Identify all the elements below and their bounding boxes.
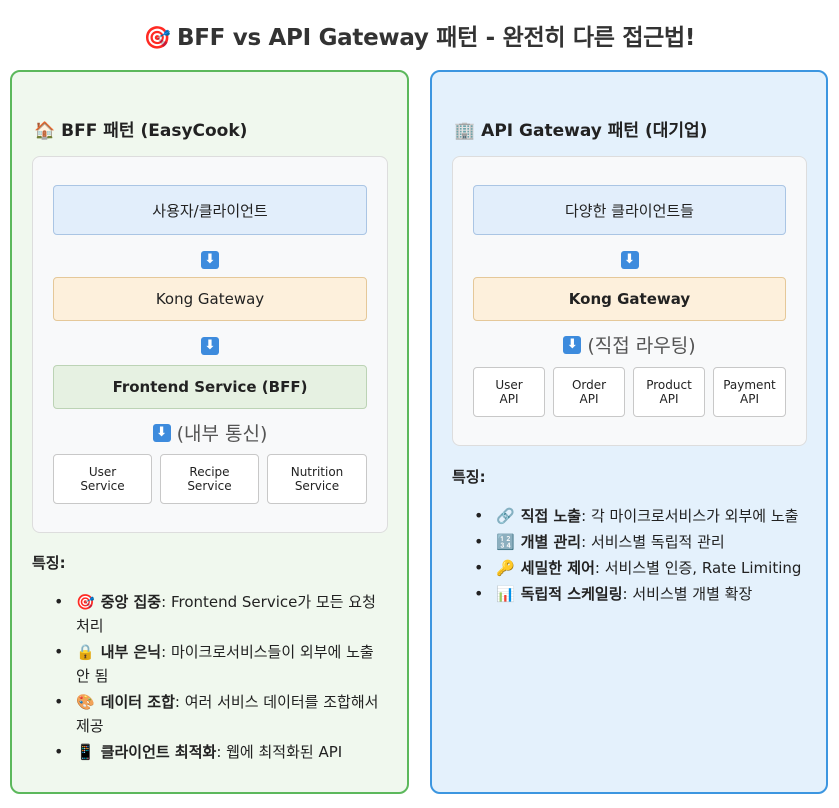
gateway-panel: 🏢 API Gateway 패턴 (대기업) 다양한 클라이언트들 ⬇ Kong … xyxy=(430,70,828,794)
gateway-title-text: API Gateway 패턴 (대기업) xyxy=(481,121,708,141)
bff-client-box: 사용자/클라이언트 xyxy=(53,185,367,235)
gateway-panel-title: 🏢 API Gateway 패턴 (대기업) xyxy=(454,116,707,141)
target-icon: 🎯 xyxy=(76,593,95,611)
mobile-icon: 📱 xyxy=(76,743,95,761)
arrow-down-icon: ⬇ xyxy=(563,335,582,354)
bff-service-recipe: Recipe Service xyxy=(160,454,259,504)
target-icon: 🎯 xyxy=(143,26,171,51)
bff-features-heading: 특징: xyxy=(32,554,66,572)
gw-features-list: 🔗직접 노출: 각 마이크로서비스가 외부에 노출 🔢개별 관리: 서비스별 독… xyxy=(474,504,809,606)
gateway-diagram: 다양한 클라이언트들 ⬇ Kong Gateway ⬇ (직접 라우팅) User… xyxy=(452,156,807,446)
list-item: 🔒내부 은닉: 마이크로서비스들이 외부에 노출 안 됨 xyxy=(54,640,389,688)
bff-frontend-box: Frontend Service (BFF) xyxy=(53,365,367,409)
office-building-icon: 🏢 xyxy=(454,121,476,141)
bff-panel: 🏠 BFF 패턴 (EasyCook) 사용자/클라이언트 ⬇ Kong Gate… xyxy=(10,70,409,794)
gw-service-product: Product API xyxy=(633,367,705,417)
bff-service-nutrition: Nutrition Service xyxy=(267,454,367,504)
arrow-down-icon: ⬇ xyxy=(620,250,639,269)
bff-panel-title: 🏠 BFF 패턴 (EasyCook) xyxy=(34,116,247,141)
list-item: 🎨데이터 조합: 여러 서비스 데이터를 조합해서 제공 xyxy=(54,690,389,738)
list-item: 🔗직접 노출: 각 마이크로서비스가 외부에 노출 xyxy=(474,504,809,528)
lock-icon: 🔒 xyxy=(76,643,95,661)
list-item: 🎯중앙 집중: Frontend Service가 모든 요청 처리 xyxy=(54,590,389,638)
bff-title-text: BFF 패턴 (EasyCook) xyxy=(61,121,248,141)
gw-gateway-box: Kong Gateway xyxy=(473,277,786,321)
palette-icon: 🎨 xyxy=(76,693,95,711)
gw-arrow-1: ⬇ xyxy=(453,249,806,269)
bar-chart-icon: 📊 xyxy=(496,585,515,603)
gw-service-payment: Payment API xyxy=(713,367,786,417)
bff-arrow-2: ⬇ xyxy=(33,335,387,355)
gw-features-heading: 특징: xyxy=(452,468,486,486)
list-item: 📊독립적 스케일링: 서비스별 개별 확장 xyxy=(474,582,809,606)
page-title: 🎯 BFF vs API Gateway 패턴 - 완전히 다른 접근법! xyxy=(0,18,839,52)
gw-routing-label: (직접 라우팅) xyxy=(587,335,696,357)
gw-client-box: 다양한 클라이언트들 xyxy=(473,185,786,235)
gw-service-user: User API xyxy=(473,367,545,417)
list-item: 📱클라이언트 최적화: 웹에 최적화된 API xyxy=(54,740,389,764)
gw-arrow-routing: ⬇ (직접 라우팅) xyxy=(453,331,806,358)
bff-service-user: User Service xyxy=(53,454,152,504)
bff-features-list: 🎯중앙 집중: Frontend Service가 모든 요청 처리 🔒내부 은… xyxy=(54,590,389,764)
page-title-text: BFF vs API Gateway 패턴 - 완전히 다른 접근법! xyxy=(177,25,696,51)
list-item: 🔢개별 관리: 서비스별 독립적 관리 xyxy=(474,530,809,554)
gw-service-order: Order API xyxy=(553,367,625,417)
link-icon: 🔗 xyxy=(496,507,515,525)
arrow-down-icon: ⬇ xyxy=(201,336,219,355)
bff-internal-label: (내부 통신) xyxy=(176,423,268,445)
key-icon: 🔑 xyxy=(496,559,515,577)
list-item: 🔑세밀한 제어: 서비스별 인증, Rate Limiting xyxy=(474,556,809,580)
arrow-down-icon: ⬇ xyxy=(152,423,171,442)
bff-arrow-internal: ⬇ (내부 통신) xyxy=(33,419,387,446)
arrow-down-icon: ⬇ xyxy=(201,250,219,269)
bff-arrow-1: ⬇ xyxy=(33,249,387,269)
numbers-icon: 🔢 xyxy=(496,533,515,551)
house-icon: 🏠 xyxy=(34,121,56,141)
bff-gateway-box: Kong Gateway xyxy=(53,277,367,321)
bff-diagram: 사용자/클라이언트 ⬇ Kong Gateway ⬇ Frontend Serv… xyxy=(32,156,388,533)
